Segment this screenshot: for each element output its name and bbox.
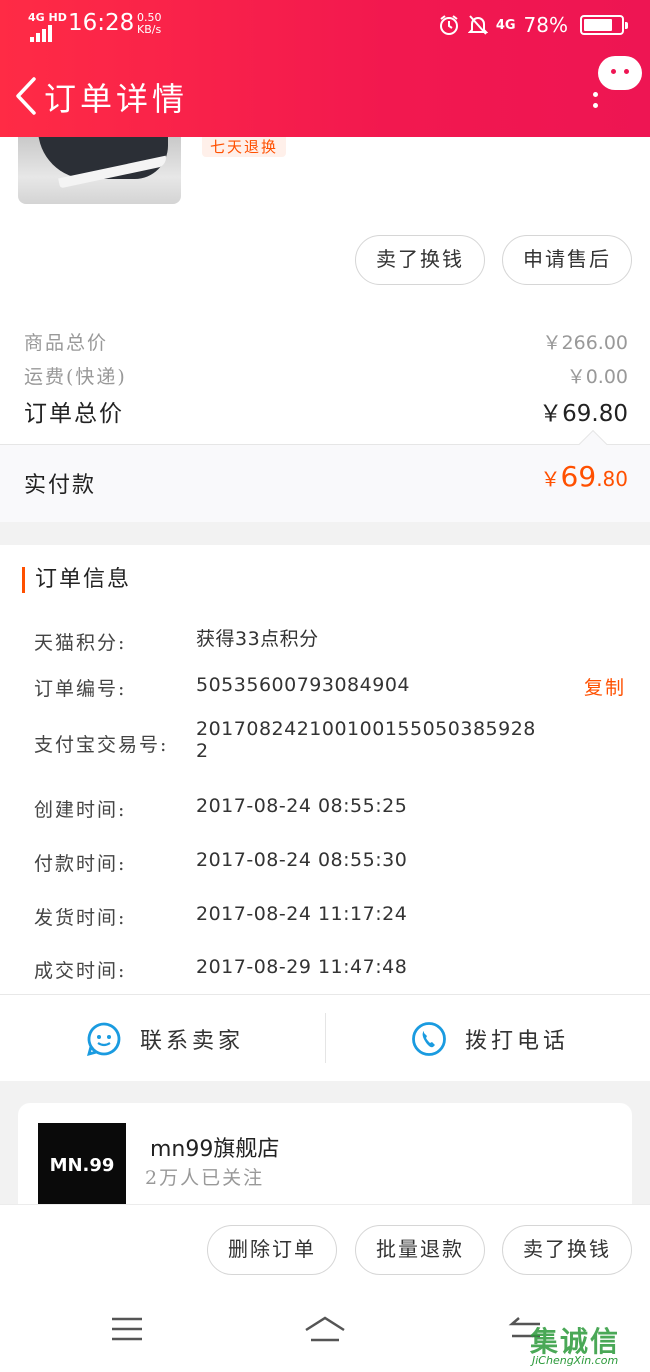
store-followers: 2万人已关注 — [145, 1167, 265, 1189]
order-total-label: 订单总价 — [24, 401, 124, 427]
copy-order-number-button[interactable]: 复制 — [584, 673, 626, 700]
system-navigation-bar: 集诚信 JiChengXin.com — [0, 1292, 650, 1372]
batch-refund-button[interactable]: 批量退款 — [355, 1225, 485, 1275]
back-arrow-icon[interactable] — [10, 76, 42, 116]
info-value: 2017-08-24 08:55:25 — [196, 795, 408, 817]
info-label: 创建时间: — [34, 799, 127, 821]
divider — [325, 1013, 326, 1063]
info-value: 2017082421001001550503859282 — [196, 718, 536, 762]
info-value: 获得33点积分 — [196, 628, 319, 650]
battery-fill — [584, 19, 613, 31]
app-header: 4G HD 16:28 0.50 KB/s 4G 78% 订单详情 — [0, 0, 650, 137]
speed-unit: KB/s — [137, 23, 162, 36]
info-label: 天猫积分: — [34, 632, 127, 654]
amount-paid-row: 实付款 ￥69.80 — [0, 429, 650, 522]
more-menu-button[interactable] — [593, 56, 642, 116]
info-label: 发货时间: — [34, 907, 127, 929]
menu-icon[interactable] — [110, 1314, 144, 1344]
alarm-icon — [439, 15, 458, 35]
more-dots-icon — [593, 92, 599, 114]
battery-icon — [580, 15, 628, 35]
home-icon[interactable] — [303, 1314, 347, 1344]
paid-currency: ￥ — [540, 467, 561, 491]
info-value: 50535600793084904 — [196, 674, 411, 696]
goods-total-value: ￥266.00 — [542, 332, 628, 354]
info-label: 支付宝交易号: — [34, 734, 169, 756]
call-phone-button[interactable]: 拨打电话 — [411, 1017, 569, 1061]
info-label: 成交时间: — [34, 960, 127, 982]
chat-face-icon — [87, 1022, 121, 1056]
sell-for-cash-button[interactable]: 卖了换钱 — [355, 235, 485, 285]
store-name: mn99旗舰店 — [150, 1137, 280, 1162]
contact-bar: 联系卖家 拨打电话 — [0, 994, 650, 1081]
service-badge: 七天退换 — [202, 137, 287, 157]
status-right: 4G 78% — [438, 10, 628, 40]
message-bubble-icon — [598, 56, 642, 90]
paid-integer: 69 — [560, 460, 597, 493]
info-value: 2017-08-29 11:47:48 — [196, 956, 408, 978]
shipping-label: 运费(快递) — [24, 366, 127, 388]
contact-seller-button[interactable]: 联系卖家 — [86, 1017, 244, 1061]
mobile-data-label: 4G — [495, 17, 516, 33]
status-bar: 4G HD 16:28 0.50 KB/s 4G 78% — [0, 10, 650, 42]
mute-icon — [467, 15, 488, 35]
shipping-value: ￥0.00 — [566, 366, 628, 388]
info-label: 付款时间: — [34, 853, 127, 875]
order-info-section: 订单信息 天猫积分: 获得33点积分 订单编号: 505356007930849… — [0, 545, 650, 1081]
sell-for-cash-bottom-button[interactable]: 卖了换钱 — [502, 1225, 632, 1275]
delete-order-button[interactable]: 删除订单 — [207, 1225, 337, 1275]
apply-after-sale-button[interactable]: 申请售后 — [502, 235, 632, 285]
order-info-title: 订单信息 — [22, 567, 131, 593]
paid-decimal: .80 — [596, 467, 628, 491]
phone-icon — [412, 1022, 446, 1056]
product-thumbnail[interactable] — [18, 137, 181, 204]
call-phone-label: 拨打电话 — [465, 1029, 570, 1054]
product-section: 七天退换 卖了换钱 申请售后 商品总价 ￥266.00 运费(快递) ￥0.00… — [0, 137, 650, 522]
watermark-url: JiChengXin.com — [532, 1354, 619, 1367]
page-title: 订单详情 — [44, 80, 189, 118]
contact-seller-label: 联系卖家 — [140, 1029, 245, 1054]
watermark-logo: 集诚信 JiChengXin.com — [526, 1320, 644, 1370]
network-speed: 0.50 KB/s — [137, 12, 162, 36]
bottom-action-bar: 删除订单 批量退款 卖了换钱 — [0, 1204, 650, 1292]
info-value: 2017-08-24 08:55:30 — [196, 849, 408, 871]
amount-paid-value: ￥69.80 — [541, 460, 628, 493]
network-type: 4G HD — [28, 11, 67, 24]
caret-pointer — [578, 429, 608, 459]
goods-total-label: 商品总价 — [24, 332, 109, 354]
signal-icon — [30, 24, 60, 42]
info-value: 2017-08-24 11:17:24 — [196, 903, 408, 925]
status-time: 16:28 — [68, 10, 135, 36]
info-label: 订单编号: — [34, 678, 127, 700]
amount-paid-label: 实付款 — [24, 473, 97, 498]
battery-percent: 78% — [523, 13, 568, 37]
order-total-value: ￥69.80 — [539, 401, 628, 427]
